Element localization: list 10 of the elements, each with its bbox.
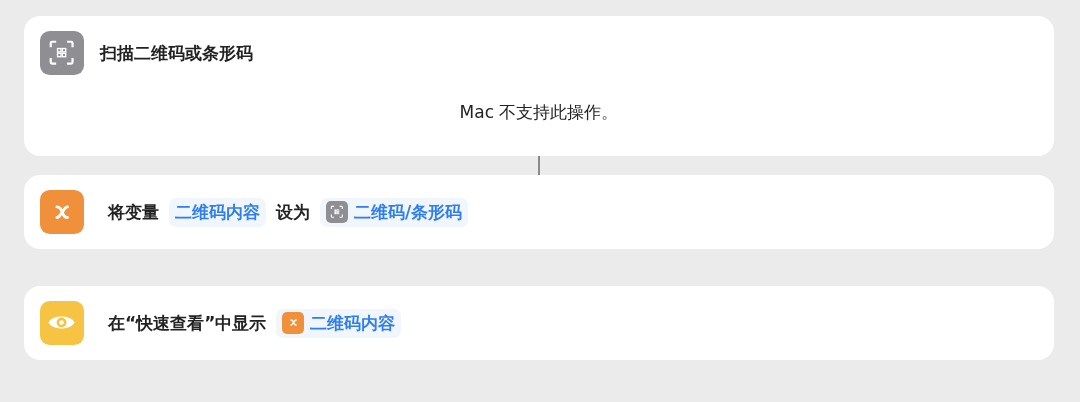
action-label: 设为 [276,200,310,224]
variable-token[interactable]: 二维码内容 [169,197,266,227]
qr-scan-icon [48,39,76,67]
action-label: 在“快速查看”中显示 [108,311,267,335]
variable-token[interactable]: 二维码/条形码 [320,197,469,227]
variable-token[interactable]: 二维码内容 [276,308,402,338]
action-title: 扫描二维码或条形码 [100,41,253,65]
action-label: 将变量 [108,200,159,224]
unsupported-message: Mac 不支持此操作。 [458,101,620,124]
connector-line [538,156,540,175]
